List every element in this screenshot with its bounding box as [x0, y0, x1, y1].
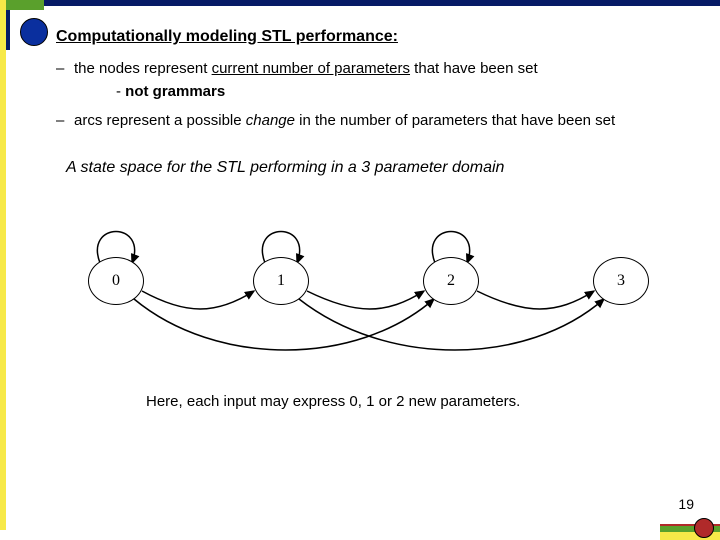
- top-decoration: [0, 0, 720, 10]
- state-node-1: 1: [253, 257, 309, 305]
- left-decoration: [0, 10, 6, 530]
- bullet-dash: –: [56, 60, 74, 77]
- slide-heading: Computationally modeling STL performance…: [56, 28, 700, 46]
- state-diagram: 0 1 2 3: [56, 207, 696, 377]
- bullet-1-underline: current number of parameters: [212, 60, 410, 77]
- bullet-1: – the nodes represent current number of …: [56, 60, 700, 77]
- diagram-footer: Here, each input may express 0, 1 or 2 n…: [146, 393, 700, 410]
- title-bullet-icon: [20, 18, 48, 46]
- bullet-1-text: the nodes represent current number of pa…: [74, 60, 538, 77]
- bullet-2-post: in the number of parameters that have be…: [295, 112, 615, 129]
- page-number: 19: [678, 496, 694, 512]
- sub-dash: -: [116, 83, 125, 100]
- bullet-2: – arcs represent a possible change in th…: [56, 112, 700, 129]
- state-node-3: 3: [593, 257, 649, 305]
- diagram-caption: A state space for the STL performing in …: [66, 159, 700, 177]
- state-node-0: 0: [88, 257, 144, 305]
- bullet-2-text: arcs represent a possible change in the …: [74, 112, 615, 129]
- bullet-dash: –: [56, 112, 74, 129]
- bullet-1-sub: - not grammars: [116, 83, 700, 100]
- state-node-2: 2: [423, 257, 479, 305]
- slide-content: Computationally modeling STL performance…: [56, 28, 700, 410]
- bullet-1-post: that have been set: [410, 60, 538, 77]
- left-decoration-accent: [6, 10, 10, 50]
- bullet-1-pre: the nodes represent: [74, 60, 212, 77]
- bullet-2-pre: arcs represent a possible: [74, 112, 246, 129]
- bullet-2-italic: change: [246, 112, 295, 129]
- bottom-right-decoration: [660, 526, 720, 540]
- sub-bold: not grammars: [125, 83, 225, 100]
